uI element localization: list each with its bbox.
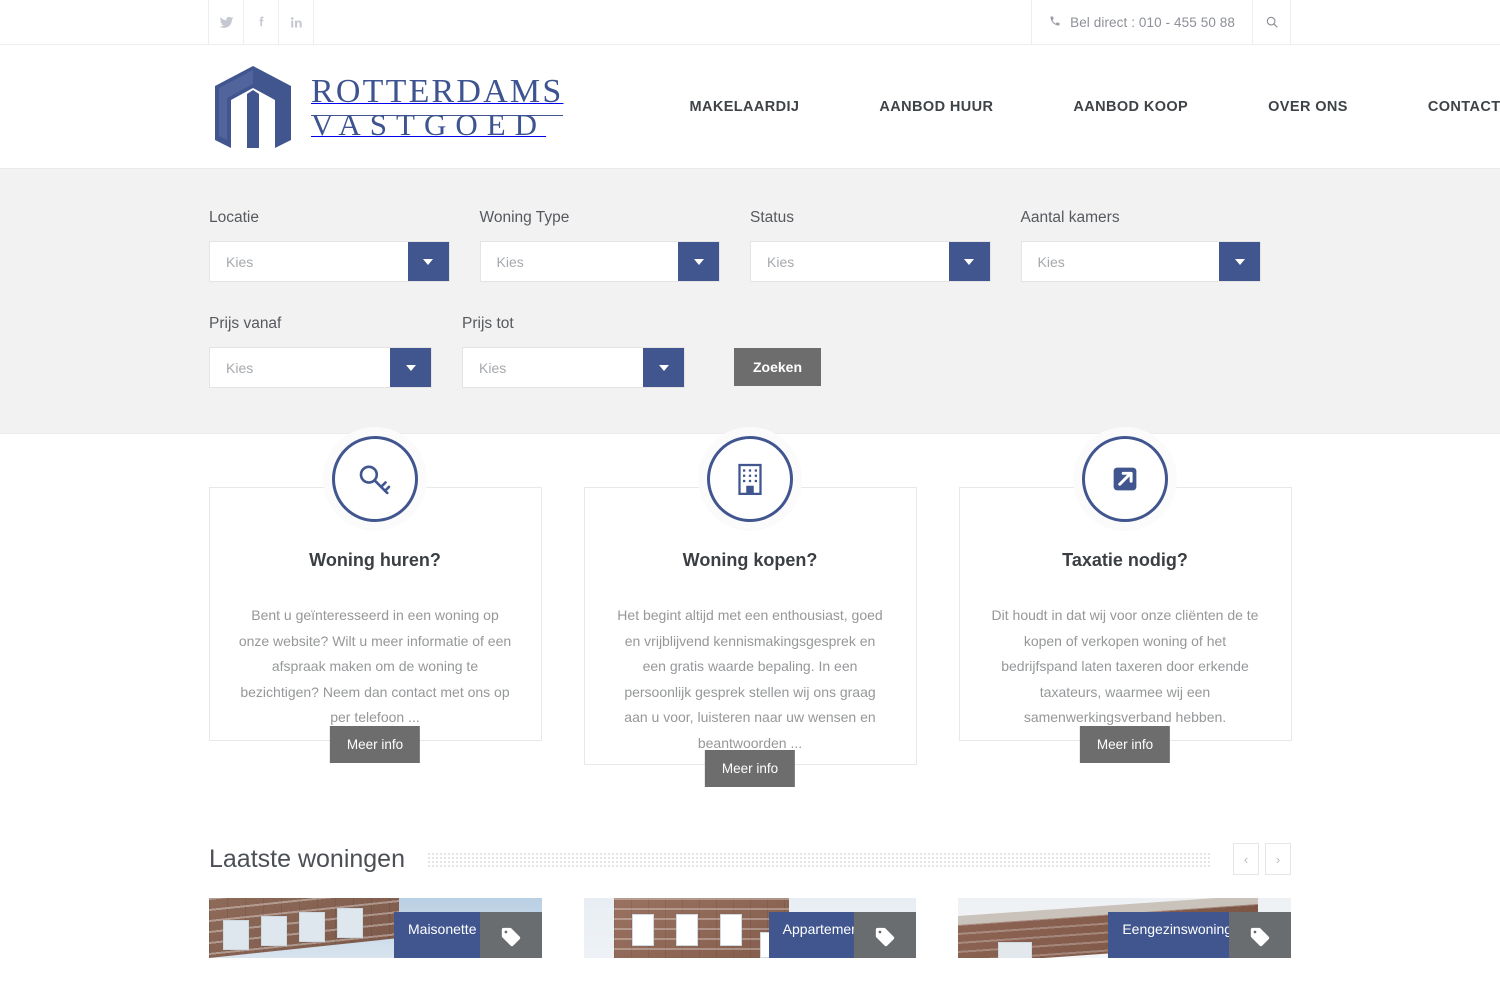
property-card[interactable]: Appartement [583,898,917,958]
carousel-prev-button[interactable]: ‹ [1233,843,1259,875]
search-icon[interactable] [1253,0,1291,44]
top-bar-end [1291,0,1500,44]
filter-prijs-vanaf-label: Prijs vanaf [209,315,282,332]
chevron-down-icon[interactable] [678,242,719,281]
service-card-taxatie-nodig: Taxatie nodig? Dit houdt in dat wij voor… [958,436,1292,763]
meer-info-button[interactable]: Meer info [329,726,421,763]
status-select[interactable]: Kies [750,241,991,282]
service-card-woning-kopen: Woning kopen? Het begint altijd met een … [583,436,917,787]
carousel-next-button[interactable]: › [1265,843,1291,875]
filter-aantal-kamers: Aantal kamers Kies [1020,209,1261,282]
chevron-down-icon[interactable] [643,348,684,387]
building-icon [707,436,793,522]
facebook-icon[interactable] [243,0,279,45]
nav-item-contact[interactable]: CONTACT [1388,99,1500,115]
service-card-text: Het begint altijd met een enthousiast, g… [617,607,883,751]
top-bar: Bel direct : 010 - 455 50 88 [0,0,1500,45]
main-navigation: MAKELAARDIJ AANBOD HUUR AANBOD KOOP OVER… [649,99,1500,115]
key-icon [332,436,418,522]
nav-item-aanbod-koop[interactable]: AANBOD KOOP [1033,99,1228,115]
property-type-label: Appartement [782,921,863,937]
tag-icon [1229,912,1292,958]
service-card-woning-huren: Woning huren? Bent u geïnteresseerd in e… [208,436,542,763]
service-card-text: Dit houdt in dat wij voor onze cliënten … [991,607,1259,725]
aantal-kamers-select[interactable]: Kies [1020,241,1261,282]
site-logo[interactable]: ROTTERDAMS VASTGOED [209,62,564,152]
property-type-badge: Maisonette [394,912,480,958]
filter-locatie-label: Locatie [209,209,259,226]
nav-item-aanbod-huur[interactable]: AANBOD HUUR [839,99,1033,115]
chevron-down-icon[interactable] [948,242,990,281]
service-card-title: Taxatie nodig? [1062,550,1188,570]
filter-row-2: Prijs vanaf Kies Prijs tot Kies Zoeken [209,315,1291,388]
property-type-badge: Eengezinswoning [1108,912,1233,958]
filter-status: Status Kies [750,209,991,282]
social-links [208,0,314,45]
chevron-down-icon[interactable] [407,242,449,281]
filter-aantal-kamers-label: Aantal kamers [1020,209,1120,226]
phone-info: Bel direct : 010 - 455 50 88 [1031,0,1253,44]
top-bar-spacer [314,0,1031,44]
filter-prijs-vanaf: Prijs vanaf Kies [209,315,432,388]
filter-row-1: Locatie Kies Woning Type Kies Status Kie… [209,209,1291,282]
property-card[interactable]: Maisonette [209,898,542,958]
carousel-controls: ‹ › [1233,843,1291,875]
status-select-value: Kies [767,253,795,270]
nav-item-makelaardij[interactable]: MAKELAARDIJ [649,99,839,115]
service-card-text: Bent u geïnteresseerd in een woning op o… [238,607,512,725]
property-type-badge: Appartement [768,912,863,958]
filter-status-label: Status [750,209,794,226]
prijs-vanaf-select-value: Kies [226,359,254,376]
property-search-panel: Locatie Kies Woning Type Kies Status Kie… [0,169,1500,434]
filter-woning-type: Woning Type Kies [479,209,720,282]
search-panel-container: Locatie Kies Woning Type Kies Status Kie… [209,209,1291,388]
prijs-tot-select[interactable]: Kies [462,347,685,388]
zoeken-button[interactable]: Zoeken [734,348,822,386]
meer-info-button[interactable]: Meer info [704,750,796,787]
latest-properties-list: Maisonette Appartement Eengezinswoning [209,898,1292,958]
phone-text: Bel direct : 010 - 455 50 88 [1070,14,1235,30]
property-type-label: Eengezinswoning [1122,921,1233,937]
logo-building-icon [209,62,297,152]
woning-type-select-value: Kies [496,253,524,270]
prijs-vanaf-select[interactable]: Kies [209,347,432,388]
service-card-title: Woning kopen? [682,550,818,570]
logo-line-bottom: VASTGOED [311,107,547,142]
aantal-kamers-select-value: Kies [1037,253,1065,270]
service-card-title: Woning huren? [309,550,441,570]
meer-info-button[interactable]: Meer info [1079,726,1171,763]
locatie-select[interactable]: Kies [209,241,450,282]
property-card[interactable]: Eengezinswoning [958,898,1292,958]
locatie-select-value: Kies [226,253,254,270]
service-cards: Woning huren? Bent u geïnteresseerd in e… [0,434,1500,787]
twitter-icon[interactable] [208,0,244,45]
tag-icon [479,912,542,958]
chevron-down-icon[interactable] [1219,242,1260,281]
external-link-icon [1082,436,1168,522]
chevron-down-icon[interactable] [390,348,431,387]
site-header: ROTTERDAMS VASTGOED MAKELAARDIJ AANBOD H… [0,45,1500,169]
tag-icon [854,912,917,958]
phone-icon [1049,15,1061,30]
property-type-label: Maisonette [408,921,477,937]
nav-item-over-ons[interactable]: OVER ONS [1228,99,1388,115]
filter-prijs-tot: Prijs tot Kies [462,315,685,388]
linkedin-icon[interactable] [278,0,314,45]
woning-type-select[interactable]: Kies [479,241,720,282]
section-title: Laatste woningen [209,844,405,873]
filter-prijs-tot-label: Prijs tot [462,315,514,332]
prijs-tot-select-value: Kies [479,359,507,376]
filter-locatie: Locatie Kies [209,209,450,282]
logo-wordmark: ROTTERDAMS VASTGOED [311,73,564,142]
filter-woning-type-label: Woning Type [479,209,570,226]
dotted-divider [426,851,1211,867]
latest-properties-header: Laatste woningen ‹ › [209,843,1291,875]
